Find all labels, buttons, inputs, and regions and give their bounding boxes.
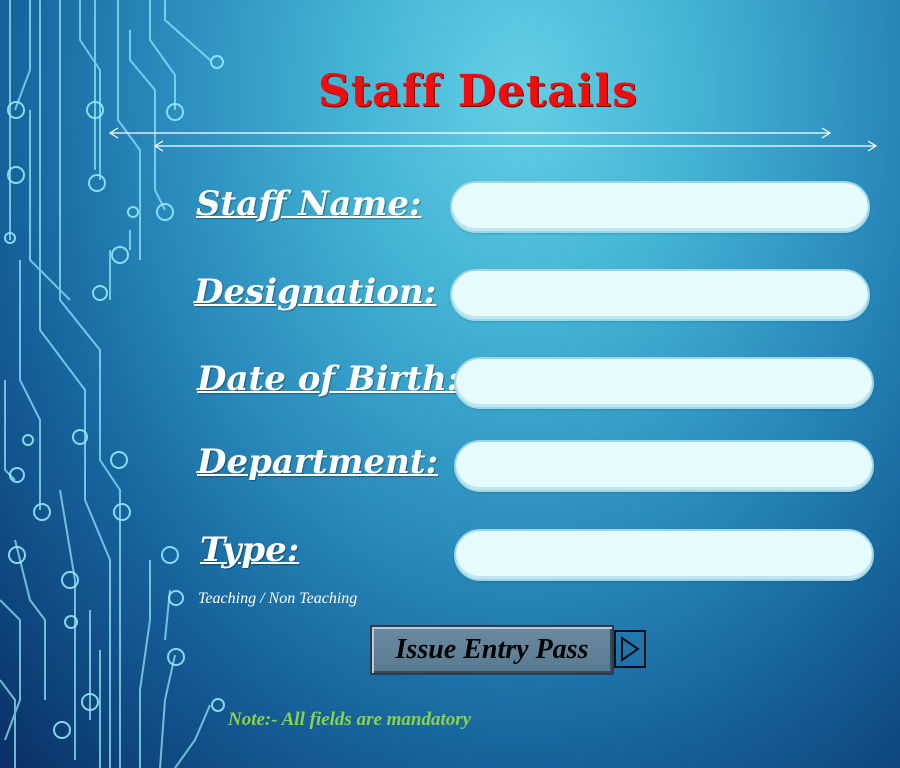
staff-name-label: Staff Name: <box>196 184 422 224</box>
type-label: Type: <box>200 530 300 570</box>
mandatory-note: Note:- All fields are mandatory <box>228 709 472 730</box>
designation-label: Designation: <box>194 272 437 312</box>
play-triangle-icon <box>621 636 640 662</box>
type-input[interactable] <box>454 529 874 581</box>
issue-entry-pass-button[interactable]: Issue Entry Pass <box>370 625 614 675</box>
department-label: Department: <box>197 442 439 482</box>
date-of-birth-label: Date of Birth: <box>197 359 460 399</box>
date-of-birth-input[interactable] <box>454 357 874 409</box>
designation-input[interactable] <box>450 269 870 321</box>
staff-name-input[interactable] <box>450 181 870 233</box>
type-hint: Teaching / Non Teaching <box>198 590 358 607</box>
department-input[interactable] <box>454 440 874 492</box>
issue-entry-pass-arrow-button[interactable] <box>614 630 646 668</box>
page-title: Staff Details <box>318 66 638 117</box>
